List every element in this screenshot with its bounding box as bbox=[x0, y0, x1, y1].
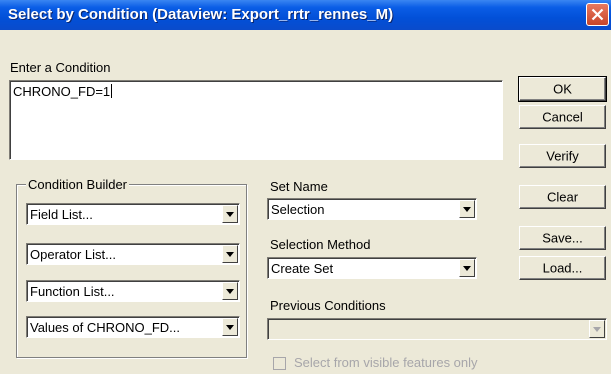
values-list-value: Values of CHRONO_FD... bbox=[30, 320, 181, 335]
close-button[interactable] bbox=[586, 3, 609, 26]
verify-button-label: Verify bbox=[546, 148, 579, 164]
function-list-dropdown[interactable]: Function List... bbox=[26, 280, 240, 302]
set-name-label: Set Name bbox=[270, 179, 328, 194]
values-list-dropdown[interactable]: Values of CHRONO_FD... bbox=[26, 316, 240, 338]
clear-button-label: Clear bbox=[546, 189, 579, 205]
ok-button[interactable]: OK bbox=[518, 76, 607, 102]
load-button[interactable]: Load... bbox=[519, 256, 606, 280]
chevron-down-icon[interactable] bbox=[222, 282, 238, 300]
set-name-value: Selection bbox=[271, 202, 325, 217]
chevron-down-icon[interactable] bbox=[459, 259, 475, 277]
close-icon bbox=[591, 8, 604, 21]
ok-button-label: OK bbox=[553, 81, 572, 97]
selection-method-dropdown[interactable]: Create Set bbox=[267, 257, 477, 279]
text-caret bbox=[111, 84, 113, 98]
field-list-value: Field List... bbox=[30, 207, 93, 222]
visible-only-checkbox[interactable] bbox=[273, 357, 286, 370]
previous-conditions-label: Previous Conditions bbox=[270, 298, 386, 313]
title-bar: Select by Condition (Dataview: Export_rr… bbox=[0, 0, 611, 30]
selection-method-value: Create Set bbox=[271, 261, 334, 276]
clear-button[interactable]: Clear bbox=[519, 185, 606, 209]
save-button-label: Save... bbox=[542, 230, 583, 246]
condition-textarea[interactable]: CHRONO_FD=1 bbox=[9, 80, 503, 160]
chevron-down-icon[interactable] bbox=[459, 200, 475, 218]
condition-label: Enter a Condition bbox=[10, 60, 111, 75]
load-button-label: Load... bbox=[542, 260, 583, 276]
save-button[interactable]: Save... bbox=[519, 226, 606, 250]
cancel-button-label: Cancel bbox=[542, 109, 583, 125]
visible-only-label: Select from visible features only bbox=[294, 355, 478, 370]
verify-button[interactable]: Verify bbox=[519, 144, 606, 168]
set-name-combo[interactable]: Selection bbox=[267, 198, 477, 220]
operator-list-dropdown[interactable]: Operator List... bbox=[26, 243, 240, 265]
operator-list-value: Operator List... bbox=[30, 247, 116, 262]
condition-text: CHRONO_FD=1 bbox=[13, 84, 111, 99]
chevron-down-icon[interactable] bbox=[222, 245, 238, 263]
condition-builder-label: Condition Builder bbox=[26, 177, 130, 192]
window-title: Select by Condition (Dataview: Export_rr… bbox=[8, 6, 394, 23]
field-list-dropdown[interactable]: Field List... bbox=[26, 203, 240, 225]
function-list-value: Function List... bbox=[30, 284, 115, 299]
selection-method-label: Selection Method bbox=[270, 237, 371, 252]
chevron-down-icon[interactable] bbox=[222, 205, 238, 223]
cancel-button[interactable]: Cancel bbox=[519, 105, 606, 129]
previous-conditions-dropdown[interactable] bbox=[267, 318, 607, 340]
chevron-down-icon[interactable] bbox=[589, 320, 605, 338]
chevron-down-icon[interactable] bbox=[222, 318, 238, 336]
